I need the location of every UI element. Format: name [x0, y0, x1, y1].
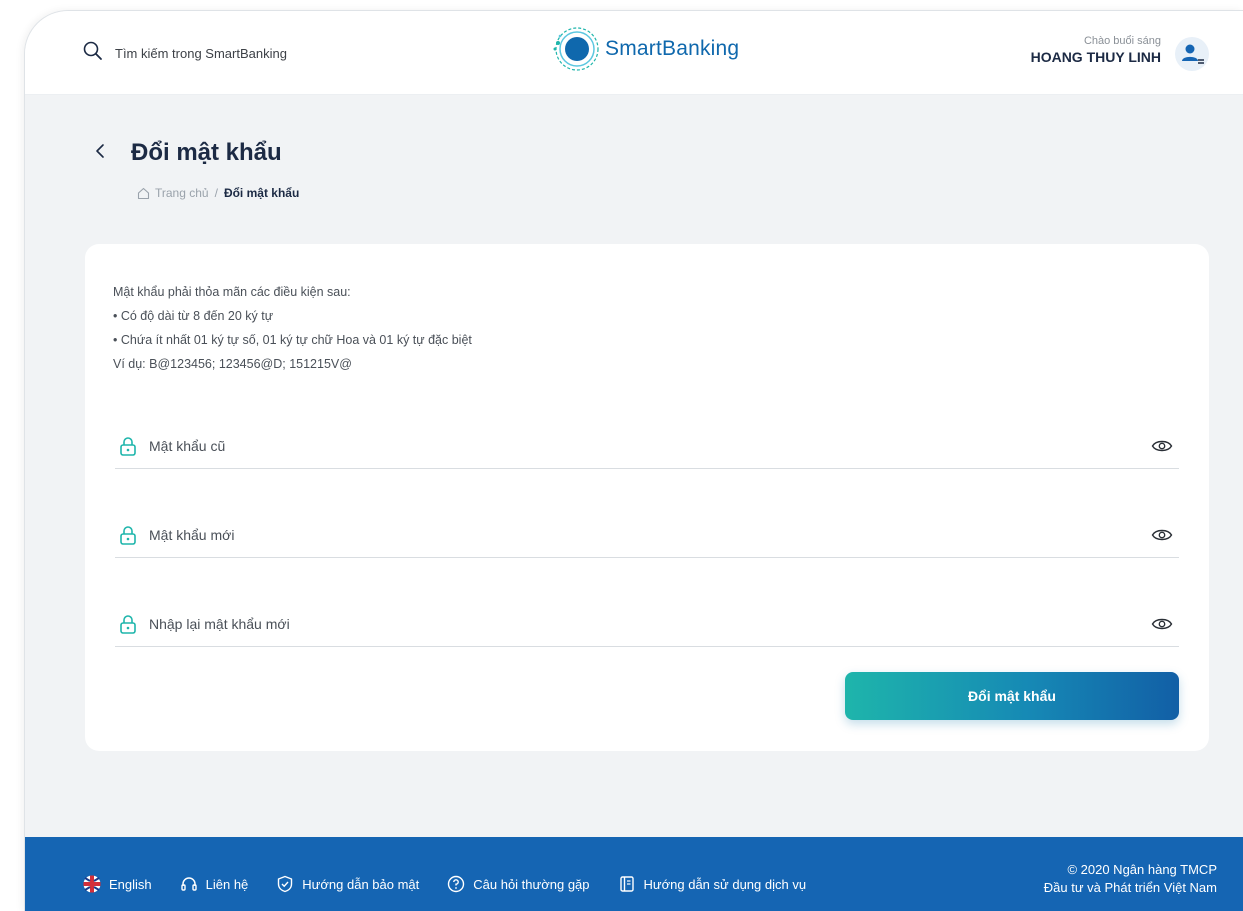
search-placeholder[interactable]: Tìm kiếm trong SmartBanking	[115, 46, 287, 61]
footer-link-label[interactable]: Câu hỏi thường gặp	[473, 877, 589, 892]
new-password-field[interactable]	[115, 512, 1179, 558]
old-password-field[interactable]	[115, 423, 1179, 469]
home-icon	[137, 187, 150, 199]
page-title: Đổi mật khẩu	[131, 139, 282, 166]
footer-link-english[interactable]: English	[83, 875, 152, 893]
eye-icon[interactable]	[1151, 438, 1173, 454]
breadcrumb-home[interactable]: Trang chủ	[137, 186, 209, 200]
page-title-row: Đổi mật khẩu	[95, 139, 282, 167]
back-arrow-icon[interactable]	[95, 142, 107, 165]
footer-links: English Liên hệ Hướng dẫn bảo mật Câu hỏ…	[83, 875, 834, 893]
confirm-password-field[interactable]	[115, 601, 1179, 647]
search-box[interactable]: Tìm kiếm trong SmartBanking	[83, 41, 287, 66]
headset-icon	[180, 877, 197, 891]
breadcrumb: Trang chủ / Đổi mật khẩu	[137, 186, 299, 200]
footer-link-faq[interactable]: Câu hỏi thường gặp	[447, 875, 590, 893]
rules-example: Ví dụ: B@123456; 123456@D; 151215V@	[113, 357, 352, 371]
user-avatar[interactable]	[1175, 37, 1209, 71]
greeting-text: Chào buổi sáng	[1083, 35, 1161, 47]
footer-link-label[interactable]: English	[109, 877, 152, 892]
user-name: HOANG THUY LINH	[1030, 49, 1161, 65]
footer-link-label[interactable]: Hướng dẫn sử dụng dịch vụ	[644, 877, 807, 892]
search-icon[interactable]	[83, 41, 103, 66]
footer-link-security[interactable]: Hướng dẫn bảo mật	[276, 875, 419, 893]
change-password-button[interactable]: Đổi mật khẩu	[845, 672, 1179, 720]
app-window: Tìm kiếm trong SmartBanking SmartBanking…	[24, 10, 1243, 911]
footer-link-contact[interactable]: Liên hệ	[180, 875, 249, 893]
copyright-line: Đầu tư và Phát triển Việt Nam	[1043, 880, 1217, 895]
shield-check-icon	[278, 875, 293, 893]
breadcrumb-current: Đổi mật khẩu	[223, 186, 300, 200]
user-greeting: Chào buổi sáng HOANG THUY LINH	[1031, 35, 1161, 65]
top-header: Tìm kiếm trong SmartBanking SmartBanking…	[25, 11, 1243, 95]
brand-name: SmartBanking	[605, 37, 740, 60]
footer-copyright: © 2020 Ngân hàng TMCP Đầu tư và Phát tri…	[1044, 861, 1217, 897]
old-password-input[interactable]	[149, 437, 1151, 454]
breadcrumb-home-label[interactable]: Trang chủ	[155, 186, 209, 200]
rules-intro: Mật khẩu phải thỏa mãn các điều kiện sau…	[113, 285, 351, 299]
book-icon	[619, 876, 634, 892]
breadcrumb-separator: /	[214, 186, 218, 200]
bidv-logo[interactable]: SmartBanking	[549, 23, 739, 75]
user-menu-icon	[1182, 44, 1204, 64]
footer-link-label[interactable]: Liên hệ	[206, 877, 249, 892]
footer-link-guide[interactable]: Hướng dẫn sử dụng dịch vụ	[618, 875, 807, 893]
lock-icon	[120, 436, 136, 456]
lock-icon	[120, 525, 136, 545]
footer: English Liên hệ Hướng dẫn bảo mật Câu hỏ…	[25, 837, 1243, 911]
password-rules: Mật khẩu phải thỏa mãn các điều kiện sau…	[113, 280, 472, 376]
copyright-line: © 2020 Ngân hàng TMCP	[1067, 862, 1217, 877]
bidv-logo-icon	[553, 27, 599, 71]
rule-item: • Chứa ít nhất 01 ký tự số, 01 ký tự chữ…	[113, 333, 472, 347]
footer-link-label[interactable]: Hướng dẫn bảo mật	[302, 877, 419, 892]
lock-icon	[120, 614, 136, 634]
eye-icon[interactable]	[1151, 616, 1173, 632]
rule-item: • Có độ dài từ 8 đến 20 ký tự	[113, 309, 274, 323]
new-password-input[interactable]	[149, 526, 1151, 543]
question-icon	[448, 875, 465, 893]
change-password-card: Mật khẩu phải thỏa mãn các điều kiện sau…	[85, 244, 1209, 751]
confirm-password-input[interactable]	[149, 615, 1151, 632]
eye-icon[interactable]	[1151, 527, 1173, 543]
uk-flag-icon	[83, 875, 101, 893]
